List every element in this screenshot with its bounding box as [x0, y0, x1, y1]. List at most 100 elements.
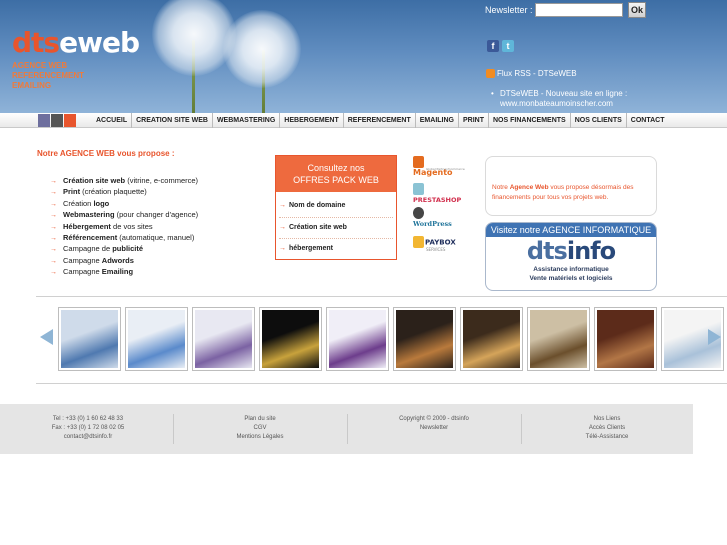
footer-link-newsletter[interactable]: Newsletter: [372, 424, 496, 433]
site-logo[interactable]: dtseweb: [12, 26, 140, 59]
service-item[interactable]: Création site web (vitrine, e-commerce): [50, 176, 198, 187]
footer-email-link[interactable]: contact@dtsinfo.fr: [28, 433, 148, 442]
pack-web-header[interactable]: Consultez nos OFFRES PACK WEB: [276, 156, 396, 192]
thumbnail-image: [530, 310, 587, 368]
dtsinfo-banner[interactable]: Visitez notre AGENCE INFORMATIQUE dtsinf…: [485, 222, 657, 291]
nav-item-hebergement[interactable]: HEBERGEMENT: [280, 113, 344, 128]
newsletter-email-input[interactable]: [535, 3, 623, 17]
paybox-name: PAYBOX: [425, 238, 456, 247]
tagline: AGENCE WEB: [12, 61, 68, 70]
nav-item-nos-financements[interactable]: NOS FINANCEMENTS: [489, 113, 571, 128]
nav-item-accueil[interactable]: ACCUEIL: [92, 113, 133, 128]
carousel-next-arrow-icon[interactable]: [708, 329, 721, 345]
service-strong: Webmastering: [63, 210, 115, 220]
pack-head-line-2: OFFRES PACK WEB: [293, 175, 379, 185]
nav-item-creation-site-web[interactable]: CREATION SITE WEB: [132, 113, 213, 128]
nav-item-contact[interactable]: CONTACT: [627, 113, 669, 128]
carousel-thumbnail[interactable]: [393, 307, 456, 371]
footer-copyright: Copyright © 2009 - dtsinfo Newsletter: [372, 415, 496, 433]
thumbnail-image: [329, 310, 386, 368]
footer-separator: [521, 414, 522, 444]
service-lead: Campagne: [63, 267, 102, 277]
carousel-thumbnail[interactable]: [58, 307, 121, 371]
rss-item-link[interactable]: DTSeWEB - Nouveau site en ligne : www.mo…: [491, 89, 640, 109]
wordpress-logo[interactable]: WordPress: [413, 207, 463, 228]
magento-subtitle: Global Partner/Commerce: [426, 167, 465, 171]
dtsinfo-subtitle: Assistance informatique Vente matériels …: [486, 265, 656, 283]
carousel-thumbnail[interactable]: [527, 307, 590, 371]
carousel-prev-arrow-icon[interactable]: [40, 329, 53, 345]
footer-links-misc: Nos Liens Accès Clients Télé-Assistance: [547, 415, 667, 442]
pack-item-hebergement[interactable]: hébergement: [279, 239, 393, 260]
footer-fax: Fax : +33 (0) 1 72 08 02 05: [51, 425, 125, 431]
nav-item-print[interactable]: PRINT: [459, 113, 489, 128]
carousel-thumbnail[interactable]: [326, 307, 389, 371]
carousel-thumbnail[interactable]: [594, 307, 657, 371]
nav-square: [64, 114, 76, 127]
header-banner: dtseweb AGENCE WEB REFERENCEMENT EMAILIN…: [0, 0, 727, 113]
footer-link-plan-du-site[interactable]: Plan du site: [200, 415, 320, 424]
prestashop-icon: [413, 183, 424, 195]
footer-link-acces-clients[interactable]: Accès Clients: [547, 424, 667, 433]
pack-list: Nom de domaine Création site web héberge…: [276, 192, 396, 264]
service-item[interactable]: Campagne Adwords: [50, 256, 198, 267]
tagline: REFERENCEMENT: [12, 71, 85, 80]
footer-link-nos-liens[interactable]: Nos Liens: [547, 415, 667, 424]
carousel-thumbnail[interactable]: [460, 307, 523, 371]
service-rest: (vitrine, e-commerce): [125, 176, 199, 185]
nav-item-referencement[interactable]: REFERENCEMENT: [344, 113, 416, 128]
prestashop-name: PRESTASHOP: [413, 196, 462, 204]
twitter-icon[interactable]: t: [502, 40, 514, 52]
service-item[interactable]: Campagne de publicité: [50, 244, 198, 255]
services-list: Création site web (vitrine, e-commerce) …: [50, 176, 198, 279]
facebook-icon[interactable]: f: [487, 40, 499, 52]
carousel-thumbnail[interactable]: [125, 307, 188, 371]
footer-link-mentions-legales[interactable]: Mentions Légales: [200, 433, 320, 442]
service-strong: Adwords: [101, 255, 134, 265]
thumbnail-image: [262, 310, 319, 368]
thumbnail-image: [463, 310, 520, 368]
nav-item-emailing[interactable]: EMAILING: [416, 113, 459, 128]
pack-item-nom-de-domaine[interactable]: Nom de domaine: [279, 196, 393, 218]
service-item[interactable]: Référencement (automatique, manuel): [50, 233, 198, 244]
service-rest: de vos sites: [110, 221, 153, 231]
paybox-subtitle: SERVICES: [426, 247, 446, 252]
carousel-thumbnail[interactable]: [192, 307, 255, 371]
dtsinfo-line-1: Assistance informatique: [533, 266, 609, 273]
magento-icon: [413, 156, 424, 168]
paybox-logo[interactable]: PAYBOX SERVICES: [413, 236, 463, 252]
paybox-icon: [413, 236, 424, 248]
service-item[interactable]: Webmastering (pour changer d'agence): [50, 210, 198, 221]
service-strong: publicité: [112, 244, 144, 254]
service-item[interactable]: Hébergement de vos sites: [50, 222, 198, 233]
logo-part-1: dts: [12, 26, 60, 59]
financing-strong: Agence Web: [509, 184, 549, 191]
dtsinfo-line-2: Vente matériels et logiciels: [529, 275, 613, 282]
rss-icon[interactable]: [486, 69, 495, 78]
service-rest: (pour changer d'agence): [114, 210, 199, 220]
service-item[interactable]: Création logo: [50, 199, 198, 210]
nav-item-nos-clients[interactable]: NOS CLIENTS: [571, 113, 627, 128]
dtsinfo-logo: dtsinfo: [486, 237, 656, 265]
service-item[interactable]: Print (création plaquette): [50, 187, 198, 198]
footer-link-cgv[interactable]: CGV: [200, 424, 320, 433]
prestashop-logo[interactable]: PRESTASHOP: [413, 183, 463, 204]
magento-logo[interactable]: Magento Global Partner/Commerce: [413, 156, 465, 177]
thumbnail-image: [396, 310, 453, 368]
nav-item-webmastering[interactable]: WEBMASTERING: [213, 113, 281, 128]
pack-item-creation-site-web[interactable]: Création site web: [279, 218, 393, 239]
service-strong: Hébergement: [63, 221, 111, 231]
financing-box[interactable]: Notre Agence Web vous propose désormais …: [485, 156, 657, 216]
divider: [36, 383, 727, 384]
newsletter-ok-button[interactable]: Ok: [628, 2, 646, 18]
thumbnail-image: [195, 310, 252, 368]
service-item[interactable]: Campagne Emailing: [50, 267, 198, 278]
service-lead: Création: [63, 198, 94, 208]
thumbnail-image: [597, 310, 654, 368]
carousel-thumbnail[interactable]: [259, 307, 322, 371]
service-lead: Campagne: [63, 255, 102, 265]
main-nav: ACCUEIL CREATION SITE WEB WEBMASTERING H…: [0, 113, 727, 128]
rss-feed-link[interactable]: Flux RSS - DTSeWEB: [497, 69, 577, 78]
footer-link-tele-assistance[interactable]: Télé-Assistance: [547, 433, 667, 442]
dtsinfo-header: Visitez notre AGENCE INFORMATIQUE: [486, 223, 656, 237]
